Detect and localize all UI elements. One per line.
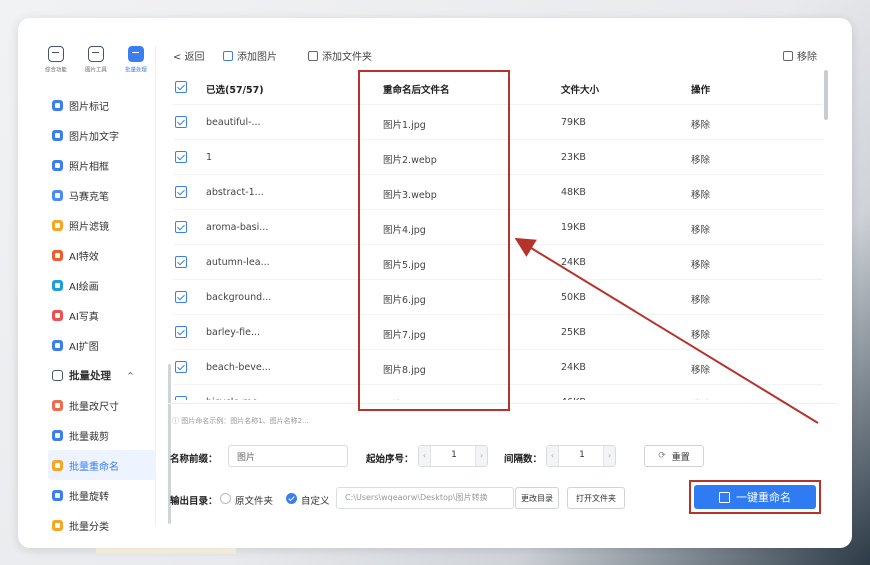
app-window: 综合功能 图片工具 批量处理 图片标记 图片加文字 照片相框 马赛克笔 照片滤镜… bbox=[18, 18, 852, 548]
bottom-accent bbox=[96, 548, 236, 554]
annotation-arrow bbox=[514, 237, 819, 424]
